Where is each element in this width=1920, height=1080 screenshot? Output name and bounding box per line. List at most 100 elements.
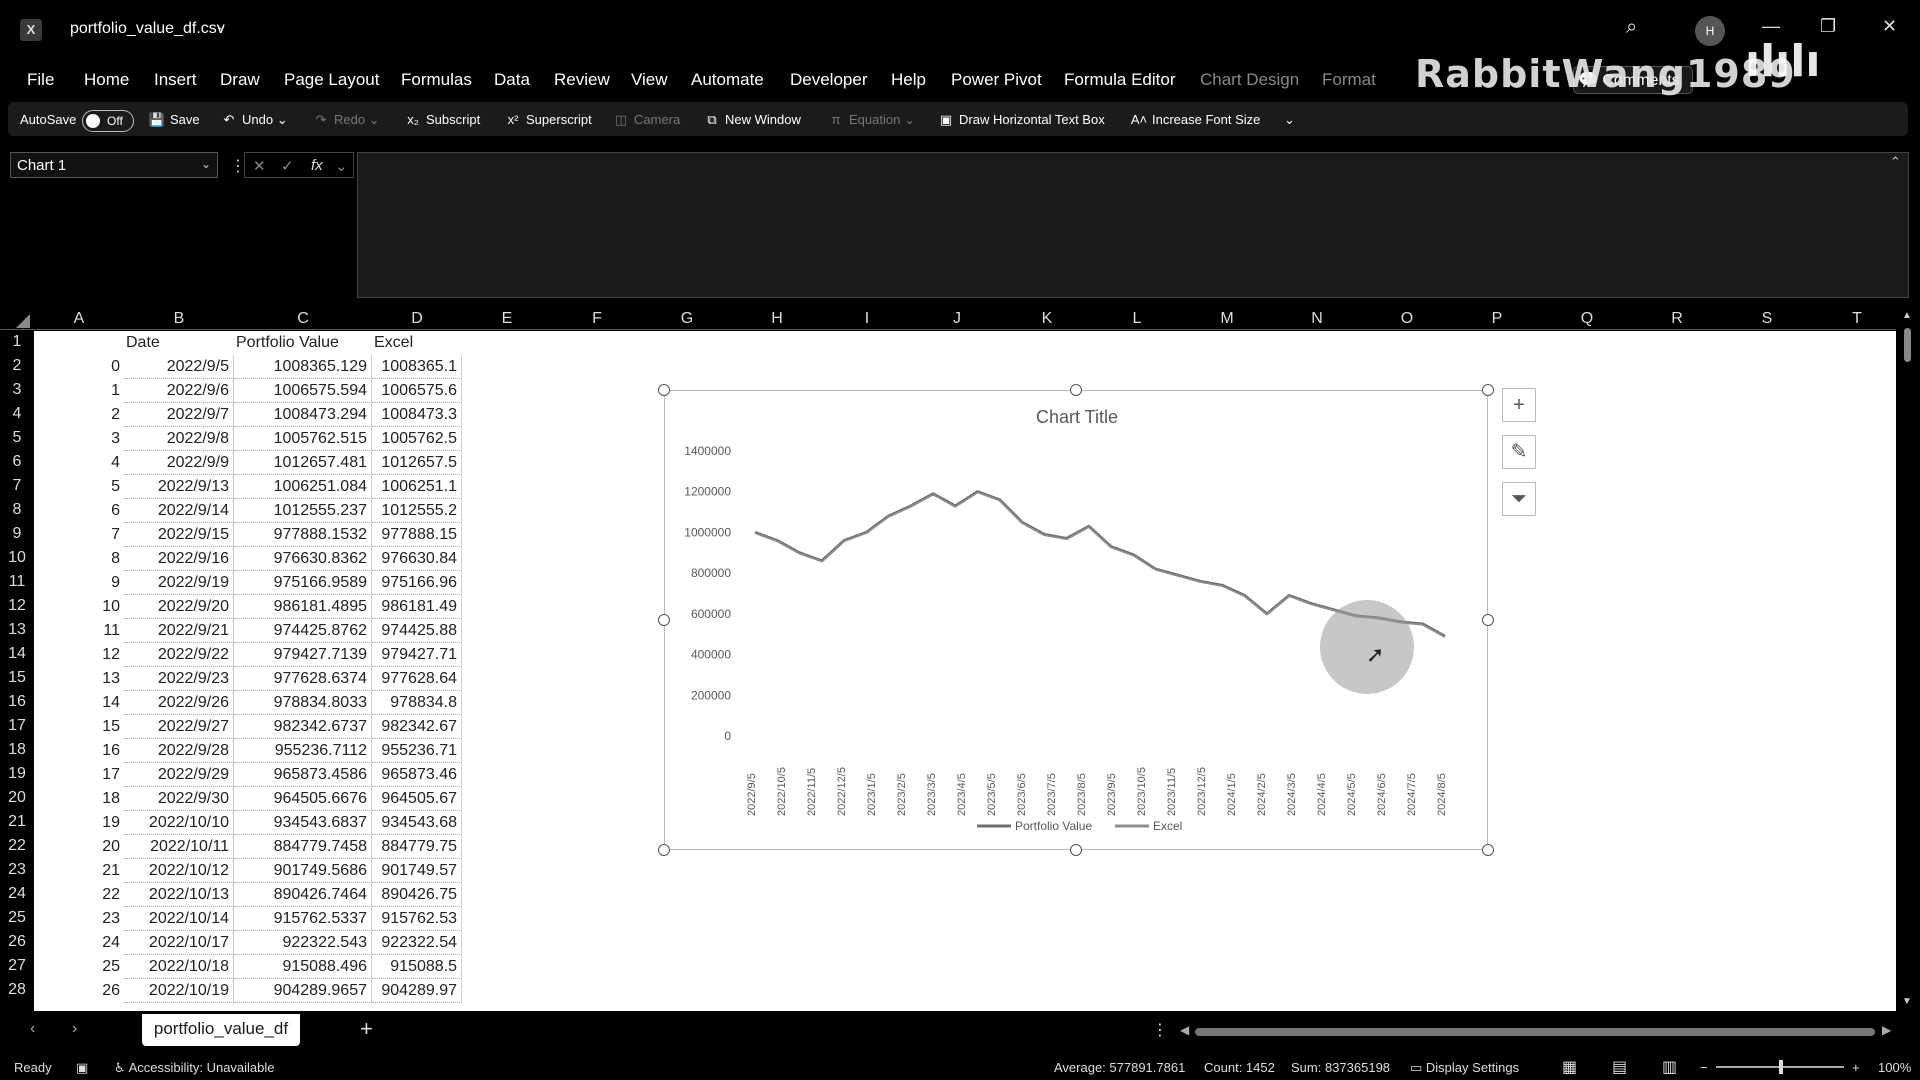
table-cell[interactable]: 901749.5686 (234, 859, 372, 883)
table-cell[interactable]: 986181.49 (372, 595, 462, 619)
table-cell[interactable]: 2022/9/27 (124, 715, 234, 739)
table-cell[interactable]: 1008473.3 (372, 403, 462, 427)
table-cell[interactable]: 915088.5 (372, 955, 462, 979)
table-cell[interactable]: 2022/9/23 (124, 667, 234, 691)
more-options-icon[interactable]: ⋮ (1152, 1020, 1168, 1040)
table-cell[interactable]: 915762.53 (372, 907, 462, 931)
tab-chart-design[interactable]: Chart Design (1200, 70, 1299, 90)
table-cell[interactable]: 1006575.594 (234, 379, 372, 403)
table-cell[interactable]: 20 (34, 835, 124, 859)
column-header-d[interactable]: D (372, 310, 462, 328)
chart-styles-button[interactable]: ✎ (1502, 435, 1536, 469)
table-cell[interactable]: 976630.8362 (234, 547, 372, 571)
zoom-in-button[interactable]: + (1852, 1060, 1860, 1075)
table-cell[interactable]: 979427.71 (372, 643, 462, 667)
page-break-view-icon[interactable]: ▥ (1662, 1057, 1677, 1077)
resize-handle-se[interactable] (1482, 844, 1494, 856)
table-cell[interactable]: 977888.15 (372, 523, 462, 547)
table-cell[interactable]: 23 (34, 907, 124, 931)
search-icon[interactable]: ⌕ (1626, 16, 1637, 39)
horizontal-scrollbar[interactable] (1195, 1028, 1875, 1036)
column-header-f[interactable]: F (552, 310, 642, 328)
table-cell[interactable]: 884779.7458 (234, 835, 372, 859)
table-cell[interactable]: 14 (34, 691, 124, 715)
enter-icon[interactable]: ✓ (281, 157, 294, 175)
row-header[interactable]: 8 (0, 501, 34, 519)
table-cell[interactable]: 8 (34, 547, 124, 571)
table-cell[interactable]: 6 (34, 499, 124, 523)
table-cell[interactable]: 15 (34, 715, 124, 739)
column-header-q[interactable]: Q (1542, 310, 1632, 328)
legend[interactable]: Portfolio Value Excel (977, 819, 1182, 833)
table-cell[interactable]: 16 (34, 739, 124, 763)
row-header[interactable]: 18 (0, 741, 34, 759)
tab-power-pivot[interactable]: Power Pivot (951, 70, 1042, 90)
row-header[interactable]: 13 (0, 621, 34, 639)
redo-button[interactable]: ↷ Redo ⌄ (312, 112, 380, 128)
scroll-thumb[interactable] (1904, 328, 1911, 362)
table-cell[interactable]: 12 (34, 643, 124, 667)
row-header[interactable]: 1 (0, 333, 34, 351)
table-cell[interactable]: 978834.8 (372, 691, 462, 715)
table-cell[interactable]: 922322.54 (372, 931, 462, 955)
table-cell[interactable]: 2022/10/14 (124, 907, 234, 931)
table-cell[interactable]: 2022/9/20 (124, 595, 234, 619)
display-settings-button[interactable]: ▭ Display Settings (1410, 1060, 1519, 1076)
prev-sheet-icon[interactable]: ‹ (30, 1020, 35, 1038)
table-cell[interactable]: 890426.75 (372, 883, 462, 907)
select-all-icon[interactable] (16, 314, 30, 328)
column-header-g[interactable]: G (642, 310, 732, 328)
customize-toolbar-icon[interactable]: ⌄ (1284, 112, 1295, 128)
excel-icon[interactable]: X (20, 19, 42, 41)
table-cell[interactable]: 18 (34, 787, 124, 811)
save-button[interactable]: 💾 Save (148, 112, 200, 128)
tab-home[interactable]: Home (84, 70, 129, 90)
table-cell[interactable]: 2022/9/8 (124, 427, 234, 451)
table-cell[interactable]: 26 (34, 979, 124, 1003)
table-cell[interactable]: 965873.46 (372, 763, 462, 787)
table-cell[interactable]: 2022/9/28 (124, 739, 234, 763)
table-cell[interactable]: 955236.7112 (234, 739, 372, 763)
table-cell[interactable]: 964505.6676 (234, 787, 372, 811)
scroll-up-icon[interactable]: ▲ (1902, 310, 1912, 321)
table-cell[interactable]: 1008473.294 (234, 403, 372, 427)
row-header[interactable]: 26 (0, 933, 34, 951)
column-header-i[interactable]: I (822, 310, 912, 328)
zoom-slider-knob[interactable] (1779, 1060, 1783, 1074)
resize-handle-sw[interactable] (658, 844, 670, 856)
tab-page-layout[interactable]: Page Layout (284, 70, 379, 90)
table-cell[interactable]: 1 (34, 379, 124, 403)
table-cell[interactable]: 2022/10/18 (124, 955, 234, 979)
tab-developer[interactable]: Developer (790, 70, 868, 90)
header-cell[interactable] (34, 331, 124, 355)
vertical-scrollbar[interactable]: ▲ ▼ (1896, 306, 1920, 1012)
table-cell[interactable]: 974425.8762 (234, 619, 372, 643)
chevron-down-icon[interactable]: ⌄ (335, 157, 348, 175)
table-cell[interactable]: 934543.6837 (234, 811, 372, 835)
row-header[interactable]: 22 (0, 837, 34, 855)
chevron-down-icon[interactable]: ⌄ (216, 18, 227, 34)
table-cell[interactable]: 2022/10/13 (124, 883, 234, 907)
superscript-button[interactable]: x² Superscript (504, 112, 592, 127)
row-header[interactable]: 19 (0, 765, 34, 783)
column-header-n[interactable]: N (1272, 310, 1362, 328)
table-cell[interactable]: 2022/9/22 (124, 643, 234, 667)
autosave-toggle[interactable]: Off (82, 110, 134, 132)
resize-handle-s[interactable] (1070, 844, 1082, 856)
scroll-down-icon[interactable]: ▼ (1902, 996, 1912, 1007)
tab-format[interactable]: Format (1322, 70, 1376, 90)
column-header-p[interactable]: P (1452, 310, 1542, 328)
collapse-formula-bar-icon[interactable]: ⌃ (1890, 154, 1901, 170)
subscript-button[interactable]: x₂ Subscript (404, 112, 480, 127)
table-cell[interactable]: 977628.64 (372, 667, 462, 691)
table-cell[interactable]: 13 (34, 667, 124, 691)
column-header-o[interactable]: O (1362, 310, 1452, 328)
accessibility-status[interactable]: ♿ Accessibility: Unavailable (114, 1060, 275, 1076)
table-cell[interactable]: 884779.75 (372, 835, 462, 859)
table-cell[interactable]: 974425.88 (372, 619, 462, 643)
row-header[interactable]: 15 (0, 669, 34, 687)
table-cell[interactable]: 3 (34, 427, 124, 451)
table-cell[interactable]: 2022/9/6 (124, 379, 234, 403)
table-cell[interactable]: 901749.57 (372, 859, 462, 883)
close-icon[interactable]: ✕ (1882, 16, 1897, 37)
